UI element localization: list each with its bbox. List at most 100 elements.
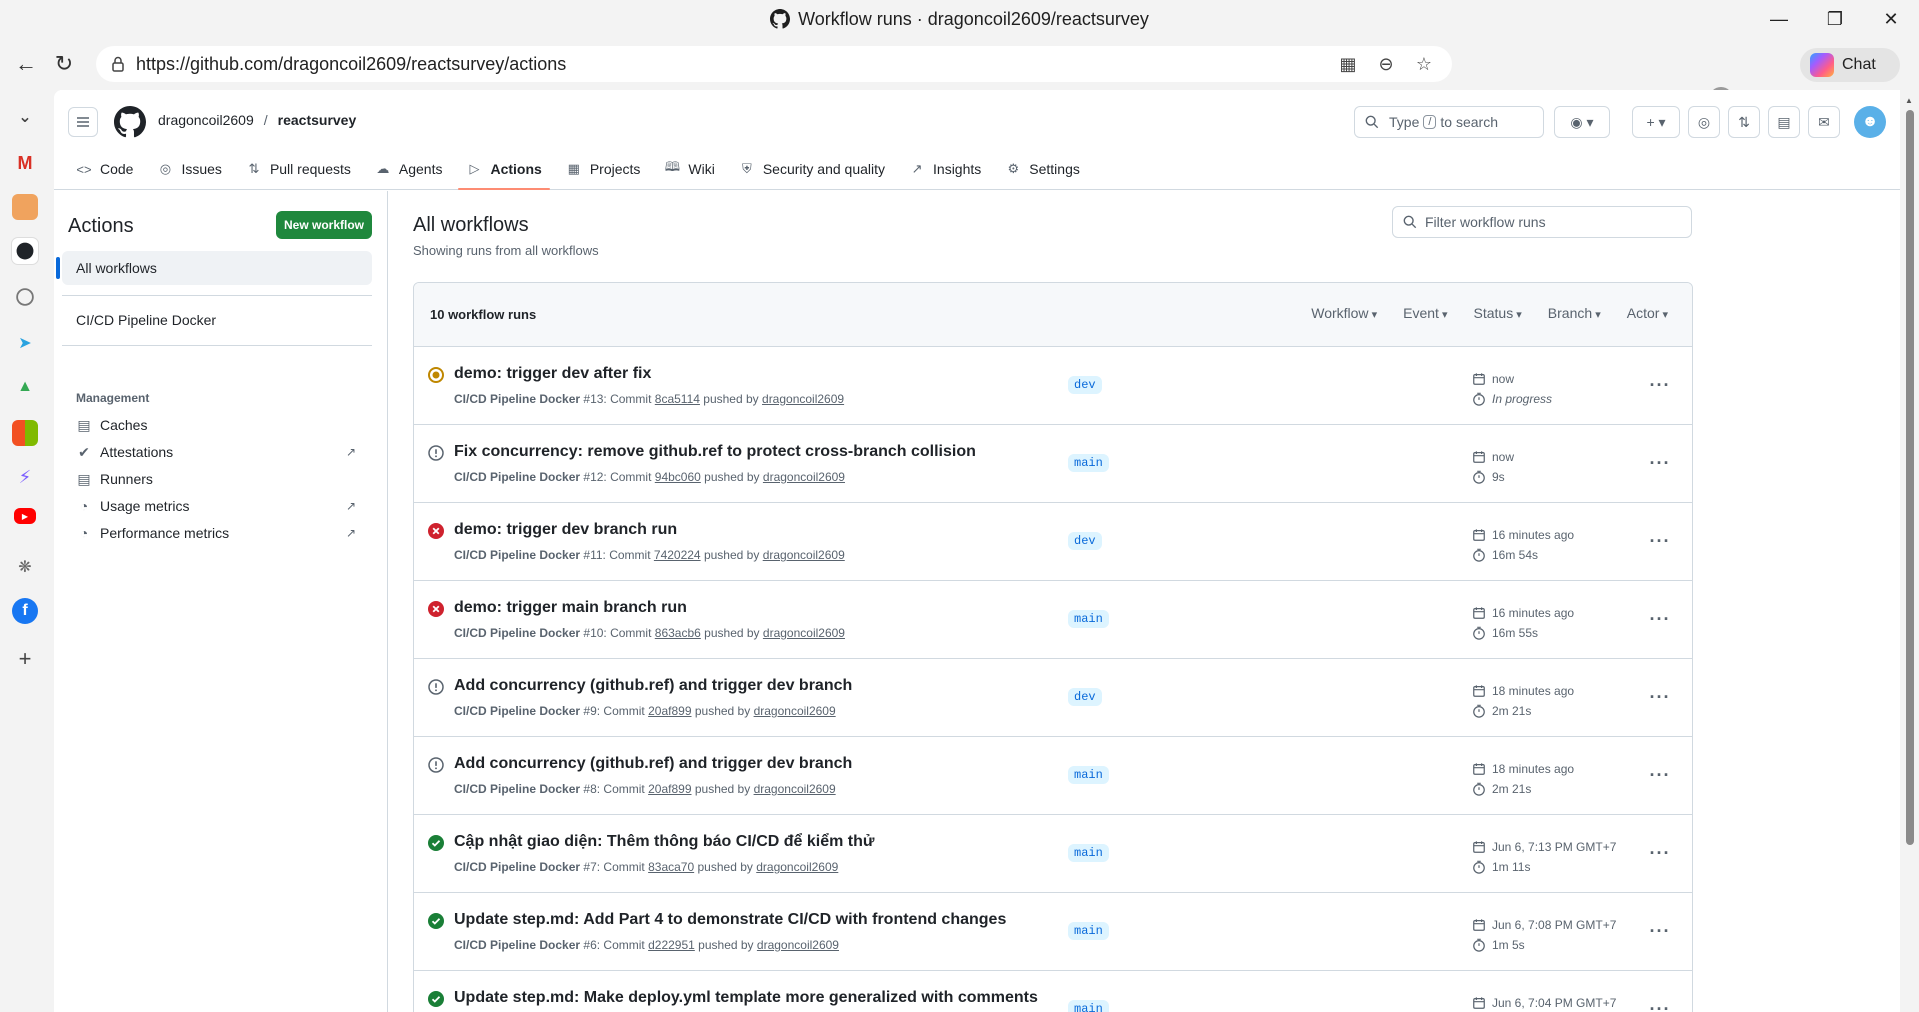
commit-link[interactable]: 7420224 bbox=[654, 548, 701, 562]
github-logo-icon[interactable] bbox=[114, 106, 146, 138]
branch-badge[interactable]: main bbox=[1068, 1000, 1109, 1012]
repositories-icon[interactable]: ▤ bbox=[1768, 106, 1800, 138]
app-icon[interactable] bbox=[12, 194, 38, 220]
copilot-button[interactable]: ◉ ▾ bbox=[1554, 106, 1610, 138]
gmail-icon[interactable]: M bbox=[12, 150, 38, 176]
branch-badge[interactable]: main bbox=[1068, 766, 1109, 784]
kebab-menu-icon[interactable]: ··· bbox=[1646, 607, 1674, 631]
commit-link[interactable]: 863acb6 bbox=[655, 626, 701, 640]
table-row[interactable]: Update step.md: Make deploy.yml template… bbox=[414, 971, 1692, 1012]
bird-icon[interactable]: ➤ bbox=[12, 330, 38, 356]
avatar[interactable]: ☻ bbox=[1854, 106, 1886, 138]
branch-badge[interactable]: main bbox=[1068, 610, 1109, 628]
branch-badge[interactable]: main bbox=[1068, 454, 1109, 472]
tab-actions[interactable]: ▷ Actions bbox=[454, 148, 553, 190]
filter-workflow-dropdown[interactable]: Workflow bbox=[1311, 305, 1377, 321]
openai-icon[interactable]: ❋ bbox=[12, 554, 38, 580]
tab-settings[interactable]: ⚙ Settings bbox=[993, 148, 1092, 190]
commit-link[interactable]: 20af899 bbox=[648, 782, 691, 796]
issues-icon[interactable]: ◎ bbox=[1688, 106, 1720, 138]
tab-code[interactable]: <> Code bbox=[64, 148, 145, 190]
inbox-icon[interactable]: ✉ bbox=[1808, 106, 1840, 138]
run-title-link[interactable]: demo: trigger dev branch run bbox=[454, 521, 677, 539]
zoom-icon[interactable]: ⊖ bbox=[1374, 52, 1398, 76]
tab-wiki[interactable]: 🕮 Wiki bbox=[652, 148, 726, 190]
sidebar-item-runners[interactable]: ▤ Runners bbox=[76, 465, 366, 493]
filter-actor-dropdown[interactable]: Actor bbox=[1627, 305, 1668, 321]
scrollbar-thumb[interactable] bbox=[1906, 110, 1914, 845]
create-new-button[interactable]: + ▾ bbox=[1632, 106, 1680, 138]
branch-badge[interactable]: dev bbox=[1068, 376, 1102, 394]
kebab-menu-icon[interactable]: ··· bbox=[1646, 919, 1674, 943]
office-icon[interactable] bbox=[12, 420, 38, 446]
actor-link[interactable]: dragoncoil2609 bbox=[754, 782, 836, 796]
commit-link[interactable]: d222951 bbox=[648, 938, 695, 952]
table-row[interactable]: Update step.md: Add Part 4 to demonstrat… bbox=[414, 893, 1692, 971]
branch-badge[interactable]: dev bbox=[1068, 688, 1102, 706]
run-title-link[interactable]: Add concurrency (github.ref) and trigger… bbox=[454, 755, 852, 773]
search-input[interactable]: Type / to search bbox=[1354, 106, 1544, 138]
actor-link[interactable]: dragoncoil2609 bbox=[763, 470, 845, 484]
kebab-menu-icon[interactable]: ··· bbox=[1646, 529, 1674, 553]
filter-event-dropdown[interactable]: Event bbox=[1403, 305, 1447, 321]
tab-agents[interactable]: ☁ Agents bbox=[363, 148, 455, 190]
site-info-icon[interactable] bbox=[108, 54, 128, 74]
kebab-menu-icon[interactable]: ··· bbox=[1646, 841, 1674, 865]
run-title-link[interactable]: demo: trigger dev after fix bbox=[454, 365, 651, 383]
filter-runs-input[interactable]: Filter workflow runs bbox=[1392, 206, 1692, 238]
back-button[interactable]: ← bbox=[6, 44, 46, 84]
tab-security[interactable]: ⛨ Security and quality bbox=[727, 148, 897, 190]
run-title-link[interactable]: Add concurrency (github.ref) and trigger… bbox=[454, 677, 852, 695]
scroll-up-icon[interactable]: ▲ bbox=[1905, 96, 1913, 105]
kebab-menu-icon[interactable]: ··· bbox=[1646, 685, 1674, 709]
tab-pull-requests[interactable]: ⇅ Pull requests bbox=[234, 148, 363, 190]
kebab-menu-icon[interactable]: ··· bbox=[1646, 763, 1674, 787]
tab-projects[interactable]: ▦ Projects bbox=[554, 148, 653, 190]
table-row[interactable]: demo: trigger dev branch run CI/CD Pipeli… bbox=[414, 503, 1692, 581]
run-title-link[interactable]: Cập nhật giao diện: Thêm thông báo CI/CD… bbox=[454, 833, 874, 851]
kebab-menu-icon[interactable]: ··· bbox=[1646, 451, 1674, 475]
kebab-menu-icon[interactable]: ··· bbox=[1646, 373, 1674, 397]
actor-link[interactable]: dragoncoil2609 bbox=[757, 938, 839, 952]
commit-link[interactable]: 8ca5114 bbox=[655, 392, 700, 406]
run-title-link[interactable]: demo: trigger main branch run bbox=[454, 599, 687, 617]
table-row[interactable]: Fix concurrency: remove github.ref to pr… bbox=[414, 425, 1692, 503]
github-icon[interactable] bbox=[12, 238, 38, 264]
github-icon[interactable] bbox=[12, 284, 38, 310]
table-row[interactable]: demo: trigger dev after fix CI/CD Pipelin… bbox=[414, 347, 1692, 425]
run-title-link[interactable]: Update step.md: Make deploy.yml template… bbox=[454, 989, 1038, 1007]
repo-link[interactable]: reactsurvey bbox=[278, 112, 357, 128]
branch-badge[interactable]: main bbox=[1068, 844, 1109, 862]
owner-link[interactable]: dragoncoil2609 bbox=[158, 112, 254, 128]
kebab-menu-icon[interactable]: ··· bbox=[1646, 997, 1674, 1012]
commit-link[interactable]: 94bc060 bbox=[655, 470, 701, 484]
drive-icon[interactable]: ▲ bbox=[12, 374, 38, 400]
table-row[interactable]: demo: trigger main branch run CI/CD Pipel… bbox=[414, 581, 1692, 659]
sidebar-item-workflow[interactable]: CI/CD Pipeline Docker bbox=[62, 303, 372, 337]
add-icon[interactable]: + bbox=[12, 646, 38, 672]
table-row[interactable]: Cập nhật giao diện: Thêm thông báo CI/CD… bbox=[414, 815, 1692, 893]
power-automate-icon[interactable]: ⚡ bbox=[12, 464, 38, 490]
actor-link[interactable]: dragoncoil2609 bbox=[754, 704, 836, 718]
filter-branch-dropdown[interactable]: Branch bbox=[1548, 305, 1601, 321]
filter-status-dropdown[interactable]: Status bbox=[1474, 305, 1522, 321]
youtube-icon[interactable]: ▶ bbox=[14, 508, 36, 524]
actor-link[interactable]: dragoncoil2609 bbox=[763, 626, 845, 640]
reload-button[interactable]: ↻ bbox=[44, 44, 84, 84]
run-title-link[interactable]: Fix concurrency: remove github.ref to pr… bbox=[454, 443, 976, 461]
commit-link[interactable]: 83aca70 bbox=[648, 860, 694, 874]
branch-badge[interactable]: main bbox=[1068, 922, 1109, 940]
close-button[interactable]: ✕ bbox=[1863, 0, 1919, 38]
facebook-icon[interactable]: f bbox=[12, 598, 38, 624]
tab-issues[interactable]: ◎ Issues bbox=[145, 148, 233, 190]
url-field[interactable]: https://github.com/dragoncoil2609/reacts… bbox=[96, 46, 1452, 82]
pull-requests-icon[interactable]: ⇅ bbox=[1728, 106, 1760, 138]
tab-insights[interactable]: ↗ Insights bbox=[897, 148, 993, 190]
sidebar-item-usage-metrics[interactable]: ◔ Usage metrics ↗ bbox=[76, 492, 366, 520]
table-row[interactable]: Add concurrency (github.ref) and trigger… bbox=[414, 659, 1692, 737]
sidebar-item-performance-metrics[interactable]: ◔ Performance metrics ↗ bbox=[76, 519, 366, 547]
apps-icon[interactable]: ▦ bbox=[1336, 52, 1360, 76]
table-row[interactable]: Add concurrency (github.ref) and trigger… bbox=[414, 737, 1692, 815]
favorite-icon[interactable]: ☆ bbox=[1412, 52, 1436, 76]
minimize-button[interactable]: — bbox=[1751, 0, 1807, 38]
